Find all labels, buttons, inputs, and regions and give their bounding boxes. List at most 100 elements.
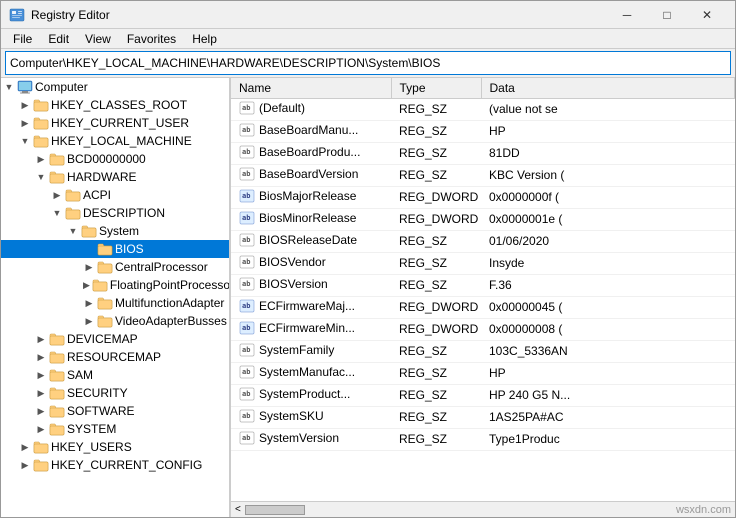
menu-favorites[interactable]: Favorites <box>119 30 184 48</box>
tree-item-hkcc[interactable]: ▶ HKEY_CURRENT_CONFIG <box>1 456 229 474</box>
tree-item-multifunctionadapter[interactable]: ▶ MultifunctionAdapter <box>1 294 229 312</box>
tree-item-bcd[interactable]: ▶ BCD00000000 <box>1 150 229 168</box>
tree-item-system2[interactable]: ▶ SYSTEM <box>1 420 229 438</box>
cell-data: 0x00000045 ( <box>481 296 735 318</box>
cell-type: REG_SZ <box>391 230 481 252</box>
tree-label: VideoAdapterBusses <box>115 314 227 328</box>
tree-item-centralprocessor[interactable]: ▶ CentralProcessor <box>1 258 229 276</box>
cell-data: HP <box>481 362 735 384</box>
table-row[interactable]: abSystemVersion REG_SZ Type1Produc <box>231 428 735 450</box>
window-controls: ─ □ ✕ <box>607 1 727 29</box>
menu-file[interactable]: File <box>5 30 40 48</box>
tree-item-hkcu[interactable]: ▶ HKEY_CURRENT_USER <box>1 114 229 132</box>
cell-data: (value not se <box>481 98 735 120</box>
cell-name: abSystemVersion <box>231 428 391 450</box>
svg-text:ab: ab <box>242 148 250 156</box>
tree-item-computer[interactable]: ▼ Computer <box>1 78 229 96</box>
table-row[interactable]: abBIOSVendor REG_SZ Insyde <box>231 252 735 274</box>
tree-item-resourcemap[interactable]: ▶ RESOURCEMAP <box>1 348 229 366</box>
table-row[interactable]: abECFirmwareMin... REG_DWORD 0x00000008 … <box>231 318 735 340</box>
tree-item-hku[interactable]: ▶ HKEY_USERS <box>1 438 229 456</box>
tree-item-security[interactable]: ▶ SECURITY <box>1 384 229 402</box>
tree-label: SYSTEM <box>67 422 116 436</box>
cell-name: abBaseBoardProdu... <box>231 142 391 164</box>
cell-type: REG_SZ <box>391 406 481 428</box>
table-row[interactable]: abSystemManufac... REG_SZ HP <box>231 362 735 384</box>
cell-name: abBiosMajorRelease <box>231 186 391 208</box>
table-row[interactable]: abSystemFamily REG_SZ 103C_5336AN <box>231 340 735 362</box>
svg-text:ab: ab <box>242 302 250 310</box>
svg-text:ab: ab <box>242 346 250 354</box>
tree-label: ACPI <box>83 188 111 202</box>
tree-item-system[interactable]: ▼ System <box>1 222 229 240</box>
tree-item-acpi[interactable]: ▶ ACPI <box>1 186 229 204</box>
tree-item-devicemap[interactable]: ▶ DEVICEMAP <box>1 330 229 348</box>
cell-data: F.36 <box>481 274 735 296</box>
cell-name: abSystemSKU <box>231 406 391 428</box>
right-panel: Name Type Data ab(Default) REG_SZ (value… <box>231 78 735 517</box>
tree-item-videoadapterbusses[interactable]: ▶ VideoAdapterBusses <box>1 312 229 330</box>
table-row[interactable]: abBaseBoardManu... REG_SZ HP <box>231 120 735 142</box>
cell-type: REG_SZ <box>391 274 481 296</box>
title-bar: Registry Editor ─ □ ✕ <box>1 1 735 29</box>
cell-name: abBiosMinorRelease <box>231 208 391 230</box>
tree-label: HKEY_USERS <box>51 440 132 454</box>
table-row[interactable]: abBIOSVersion REG_SZ F.36 <box>231 274 735 296</box>
status-bar: < wsxdn.com <box>231 501 735 517</box>
maximize-button[interactable]: □ <box>647 1 687 29</box>
cell-name: abECFirmwareMaj... <box>231 296 391 318</box>
table-row[interactable]: abSystemProduct... REG_SZ HP 240 G5 N... <box>231 384 735 406</box>
cell-name: abBIOSVendor <box>231 252 391 274</box>
table-row[interactable]: ab(Default) REG_SZ (value not se <box>231 98 735 120</box>
minimize-button[interactable]: ─ <box>607 1 647 29</box>
table-row[interactable]: abSystemSKU REG_SZ 1AS25PA#AC <box>231 406 735 428</box>
cell-type: REG_SZ <box>391 98 481 120</box>
table-row[interactable]: abBIOSReleaseDate REG_SZ 01/06/2020 <box>231 230 735 252</box>
tree-item-description[interactable]: ▼ DESCRIPTION <box>1 204 229 222</box>
cell-type: REG_SZ <box>391 120 481 142</box>
tree-item-hkcr[interactable]: ▶ HKEY_CLASSES_ROOT <box>1 96 229 114</box>
cell-type: REG_SZ <box>391 164 481 186</box>
column-type[interactable]: Type <box>391 78 481 98</box>
app-icon <box>9 7 25 23</box>
close-button[interactable]: ✕ <box>687 1 727 29</box>
menu-help[interactable]: Help <box>184 30 225 48</box>
cell-name: ab(Default) <box>231 98 391 120</box>
svg-text:ab: ab <box>242 126 250 134</box>
menu-bar: File Edit View Favorites Help <box>1 29 735 49</box>
table-row[interactable]: abECFirmwareMaj... REG_DWORD 0x00000045 … <box>231 296 735 318</box>
tree-item-software[interactable]: ▶ SOFTWARE <box>1 402 229 420</box>
registry-editor-window: Registry Editor ─ □ ✕ File Edit View Fav… <box>0 0 736 518</box>
menu-edit[interactable]: Edit <box>40 30 77 48</box>
tree-item-sam[interactable]: ▶ SAM <box>1 366 229 384</box>
tree-label: System <box>99 224 139 238</box>
registry-tree[interactable]: ▼ Computer▶ HKEY_CLASSES_ROOT▶ HKEY_CURR… <box>1 78 231 517</box>
tree-item-hardware[interactable]: ▼ HARDWARE <box>1 168 229 186</box>
cell-name: abBIOSVersion <box>231 274 391 296</box>
tree-item-hklm[interactable]: ▼ HKEY_LOCAL_MACHINE <box>1 132 229 150</box>
cell-data: HP 240 G5 N... <box>481 384 735 406</box>
column-name[interactable]: Name <box>231 78 391 98</box>
cell-type: REG_SZ <box>391 362 481 384</box>
tree-label: HKEY_LOCAL_MACHINE <box>51 134 192 148</box>
menu-view[interactable]: View <box>77 30 119 48</box>
table-row[interactable]: abBiosMajorRelease REG_DWORD 0x0000000f … <box>231 186 735 208</box>
horizontal-scrollbar[interactable] <box>245 505 305 515</box>
table-row[interactable]: abBaseBoardProdu... REG_SZ 81DD <box>231 142 735 164</box>
watermark: wsxdn.com <box>676 504 731 516</box>
cell-type: REG_SZ <box>391 340 481 362</box>
tree-label: DESCRIPTION <box>83 206 165 220</box>
tree-item-floatingpointprocessor[interactable]: ▶ FloatingPointProcessor <box>1 276 229 294</box>
table-row[interactable]: abBiosMinorRelease REG_DWORD 0x0000001e … <box>231 208 735 230</box>
tree-label: MultifunctionAdapter <box>115 296 224 310</box>
address-bar[interactable]: Computer\HKEY_LOCAL_MACHINE\HARDWARE\DES… <box>5 51 731 75</box>
cell-type: REG_SZ <box>391 142 481 164</box>
table-scroll[interactable]: Name Type Data ab(Default) REG_SZ (value… <box>231 78 735 501</box>
cell-data: 0x0000001e ( <box>481 208 735 230</box>
tree-label: HKEY_CURRENT_CONFIG <box>51 458 202 472</box>
window-title: Registry Editor <box>31 8 607 22</box>
table-row[interactable]: abBaseBoardVersion REG_SZ KBC Version ( <box>231 164 735 186</box>
svg-text:ab: ab <box>242 324 250 332</box>
tree-item-bios[interactable]: BIOS <box>1 240 229 258</box>
column-data[interactable]: Data <box>481 78 735 98</box>
